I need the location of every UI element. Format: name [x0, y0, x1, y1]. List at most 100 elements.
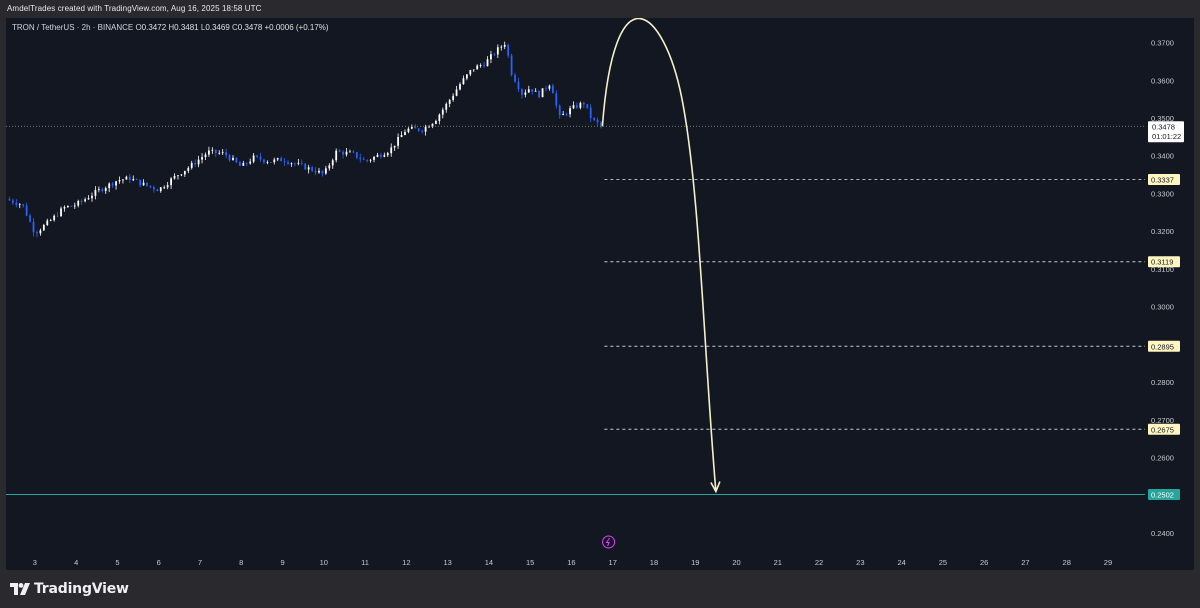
candle-body	[465, 74, 468, 79]
candle-up	[445, 102, 448, 113]
candle-up	[73, 202, 76, 209]
candle-body	[300, 162, 303, 164]
candle-body	[280, 158, 283, 162]
time-tick-label: 18	[650, 558, 658, 567]
candle-body	[245, 163, 248, 164]
candle-down	[228, 153, 231, 162]
candle-body	[132, 179, 135, 181]
candle-body	[235, 157, 238, 163]
candle-body	[142, 182, 145, 186]
candle-down	[362, 157, 365, 161]
candle-down	[352, 150, 355, 154]
candle-body	[18, 204, 21, 206]
candle-body	[266, 162, 269, 163]
candle-up	[297, 158, 300, 166]
candle-up	[324, 165, 327, 175]
candle-body	[318, 170, 320, 173]
candle-body	[115, 181, 117, 186]
time-tick-label: 22	[815, 558, 823, 567]
candle-down	[493, 52, 496, 57]
candle-body	[84, 199, 87, 202]
candle-up	[177, 175, 179, 180]
candle-body	[572, 105, 575, 109]
target-level-label: 0.3119	[1151, 258, 1173, 267]
candle-up	[67, 205, 69, 209]
candle-down	[517, 77, 520, 92]
candle-body	[338, 150, 341, 152]
candle-up	[187, 166, 190, 174]
candle-up	[438, 113, 441, 125]
candle-body	[569, 108, 571, 115]
candle-down	[256, 154, 258, 159]
candle-down	[56, 211, 59, 218]
time-tick-label: 9	[280, 558, 284, 567]
candle-body	[218, 152, 221, 154]
candle-up	[166, 181, 169, 190]
candle-body	[166, 185, 169, 188]
candle-down	[128, 173, 131, 184]
chart-area[interactable]: TRON / TetherUS · 2h · BINANCE O0.3472 H…	[6, 18, 1194, 570]
candle-up	[249, 158, 252, 165]
price-tick-label: 0.3300	[1151, 189, 1174, 198]
time-tick-label: 4	[74, 558, 78, 567]
candle-body	[517, 81, 520, 90]
candle-up	[42, 223, 45, 232]
candle-down	[538, 90, 541, 99]
candle-down	[156, 188, 159, 192]
candle-body	[307, 167, 310, 170]
candle-body	[379, 154, 382, 157]
candle-up	[397, 133, 399, 149]
candle-up	[115, 180, 117, 190]
target-level: 0.2675	[604, 423, 1180, 435]
candle-body	[101, 189, 104, 192]
candle-down	[514, 72, 516, 83]
candle-body	[259, 156, 262, 160]
candle-body	[586, 104, 589, 108]
time-tick-label: 10	[320, 558, 328, 567]
candle-down	[135, 178, 138, 180]
candle-body	[507, 44, 510, 56]
candle-body	[345, 151, 348, 155]
candle-body	[541, 88, 544, 98]
candle-body	[225, 152, 228, 156]
candle-body	[397, 137, 399, 146]
candle-up	[77, 199, 80, 208]
candle-body	[46, 220, 49, 226]
candle-up	[125, 175, 128, 180]
candle-body	[527, 89, 530, 93]
candle-up	[180, 174, 183, 177]
candle-up	[163, 185, 166, 190]
candle-up	[104, 186, 107, 194]
candle-body	[304, 163, 307, 170]
candle-up	[53, 214, 56, 222]
candle-up	[94, 186, 97, 200]
candle-body	[287, 162, 289, 164]
candle-body	[11, 200, 14, 203]
candle-body	[493, 54, 496, 56]
candle-body	[407, 128, 410, 133]
candle-down	[545, 85, 547, 92]
candle-body	[8, 199, 11, 201]
candle-body	[459, 84, 461, 90]
candle-body	[190, 163, 193, 168]
candle-down	[359, 153, 362, 163]
ohlc-title: TRON / TetherUS · 2h · BINANCE	[12, 23, 135, 32]
candle-body	[208, 150, 210, 155]
candle-body	[194, 163, 197, 165]
candlestick-chart[interactable]: TRON / TetherUS · 2h · BINANCE O0.3472 H…	[6, 18, 1194, 570]
candle-down	[294, 162, 296, 167]
candle-down	[338, 149, 341, 153]
candle-up	[479, 63, 482, 68]
candle-up	[452, 93, 455, 102]
time-tick-label: 15	[526, 558, 534, 567]
candle-body	[369, 159, 372, 161]
candle-down	[149, 185, 152, 189]
target-level: 0.3337	[604, 173, 1180, 185]
candle-body	[479, 65, 482, 66]
candle-up	[159, 187, 162, 193]
time-tick-label: 21	[774, 558, 782, 567]
candle-up	[218, 150, 221, 155]
tradingview-logo[interactable]: TradingView	[10, 580, 129, 598]
candle-body	[187, 167, 190, 171]
candle-body	[383, 155, 386, 157]
